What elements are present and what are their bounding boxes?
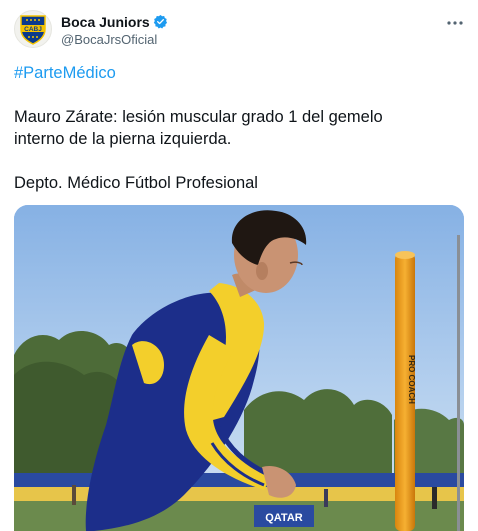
bg-person xyxy=(72,485,76,505)
tweet-card: CABJ Boca Juniors @BocaJrsOficial #Parte… xyxy=(0,0,478,531)
tweet-photo[interactable]: QATAR PRO COACH xyxy=(14,205,464,531)
tweet-line-2: interno de la pierna izquierda. xyxy=(14,130,232,148)
display-name[interactable]: Boca Juniors xyxy=(61,14,150,30)
tweet-header: CABJ Boca Juniors @BocaJrsOficial xyxy=(14,10,466,52)
tweet-line-1: Mauro Zárate: lesión muscular grado 1 de… xyxy=(14,108,383,126)
pole-text: PRO COACH xyxy=(407,355,416,404)
display-name-row: Boca Juniors xyxy=(61,12,168,31)
more-icon xyxy=(447,21,463,25)
hashtag-link[interactable]: #ParteMédico xyxy=(14,62,464,84)
author-names: Boca Juniors @BocaJrsOficial xyxy=(61,12,168,47)
bg-person xyxy=(324,489,328,507)
tweet-text: #ParteMédico Mauro Zárate: lesión muscul… xyxy=(14,62,464,194)
boca-crest-icon: CABJ xyxy=(20,15,46,45)
qatar-banner-text: QATAR xyxy=(265,512,303,524)
verified-badge-icon xyxy=(153,14,167,29)
bg-person xyxy=(432,487,437,509)
author-handle[interactable]: @BocaJrsOficial xyxy=(61,32,168,47)
training-pole: PRO COACH xyxy=(395,251,416,531)
tweet-signature: Depto. Médico Fútbol Profesional xyxy=(14,174,258,192)
field-pole xyxy=(457,235,460,531)
training-photo: QATAR PRO COACH xyxy=(14,205,464,531)
avatar-text: CABJ xyxy=(24,26,42,33)
more-options-button[interactable] xyxy=(444,12,466,34)
avatar[interactable]: CABJ xyxy=(14,10,52,48)
